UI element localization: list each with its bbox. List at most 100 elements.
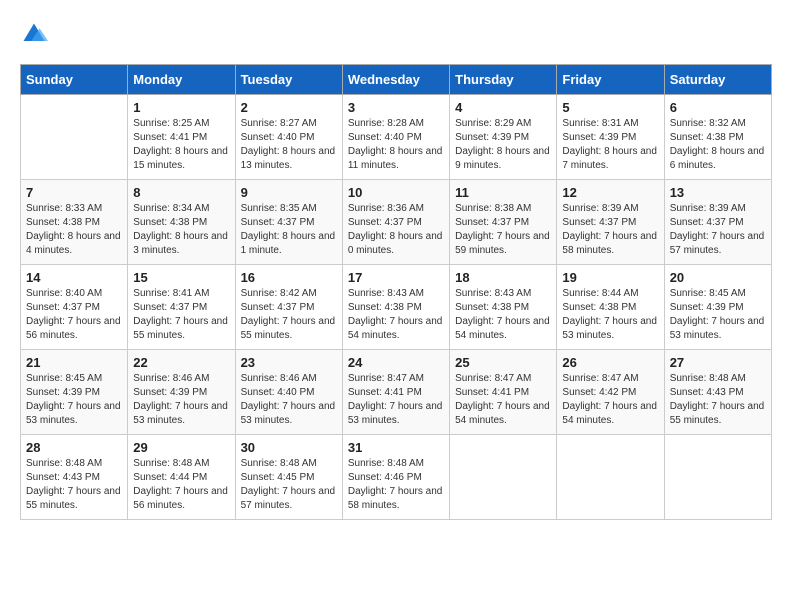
day-cell: 21Sunrise: 8:45 AMSunset: 4:39 PMDayligh… xyxy=(21,350,128,435)
day-info: Sunrise: 8:44 AMSunset: 4:38 PMDaylight:… xyxy=(562,287,658,343)
day-number: 22 xyxy=(133,355,229,370)
day-cell: 6 Sunrise: 8:32 AMSunset: 4:38 PMDaylight… xyxy=(664,95,771,180)
day-number: 29 xyxy=(133,440,229,455)
day-cell: 1 Sunrise: 8:25 AMSunset: 4:41 PMDaylight… xyxy=(128,95,235,180)
day-info: Sunrise: 8:28 AMSunset: 4:40 PMDaylight:… xyxy=(348,117,444,173)
day-info: Sunrise: 8:36 AMSunset: 4:37 PMDaylight:… xyxy=(348,202,444,258)
day-cell: 17 Sunrise: 8:43 AMSunset: 4:38 PMDayligh… xyxy=(342,265,449,350)
day-cell: 10 Sunrise: 8:36 AMSunset: 4:37 PMDayligh… xyxy=(342,180,449,265)
day-info: Sunrise: 8:43 AMSunset: 4:38 PMDaylight:… xyxy=(348,287,444,343)
day-number: 16 xyxy=(241,270,337,285)
header-tuesday: Tuesday xyxy=(235,65,342,95)
day-info: Sunrise: 8:42 AMSunset: 4:37 PMDaylight:… xyxy=(241,287,337,343)
day-cell: 9 Sunrise: 8:35 AMSunset: 4:37 PMDaylight… xyxy=(235,180,342,265)
day-cell: 15 Sunrise: 8:41 AMSunset: 4:37 PMDayligh… xyxy=(128,265,235,350)
header-monday: Monday xyxy=(128,65,235,95)
logo-icon xyxy=(20,20,48,48)
day-info: Sunrise: 8:39 AMSunset: 4:37 PMDaylight:… xyxy=(670,202,766,258)
day-cell xyxy=(664,435,771,520)
day-cell: 26Sunrise: 8:47 AMSunset: 4:42 PMDayligh… xyxy=(557,350,664,435)
day-info: Sunrise: 8:45 AMSunset: 4:39 PMDaylight:… xyxy=(670,287,766,343)
day-number: 18 xyxy=(455,270,551,285)
day-info: Sunrise: 8:27 AMSunset: 4:40 PMDaylight:… xyxy=(241,117,337,173)
day-number: 7 xyxy=(26,185,122,200)
day-cell: 12 Sunrise: 8:39 AMSunset: 4:37 PMDayligh… xyxy=(557,180,664,265)
day-info: Sunrise: 8:40 AMSunset: 4:37 PMDaylight:… xyxy=(26,287,122,343)
day-number: 30 xyxy=(241,440,337,455)
day-number: 13 xyxy=(670,185,766,200)
day-info: Sunrise: 8:48 AMSunset: 4:44 PMDaylight:… xyxy=(133,457,229,513)
day-info: Sunrise: 8:38 AMSunset: 4:37 PMDaylight:… xyxy=(455,202,551,258)
day-info: Sunrise: 8:48 AMSunset: 4:43 PMDaylight:… xyxy=(26,457,122,513)
day-number: 17 xyxy=(348,270,444,285)
day-cell: 23 Sunrise: 8:46 AMSunset: 4:40 PMDayligh… xyxy=(235,350,342,435)
day-number: 20 xyxy=(670,270,766,285)
day-info: Sunrise: 8:47 AMSunset: 4:41 PMDaylight:… xyxy=(455,372,551,428)
day-cell: 22 Sunrise: 8:46 AMSunset: 4:39 PMDayligh… xyxy=(128,350,235,435)
day-info: Sunrise: 8:43 AMSunset: 4:38 PMDaylight:… xyxy=(455,287,551,343)
day-info: Sunrise: 8:46 AMSunset: 4:39 PMDaylight:… xyxy=(133,372,229,428)
week-row-4: 21Sunrise: 8:45 AMSunset: 4:39 PMDayligh… xyxy=(21,350,772,435)
day-info: Sunrise: 8:32 AMSunset: 4:38 PMDaylight:… xyxy=(670,117,766,173)
day-number: 14 xyxy=(26,270,122,285)
day-cell: 4Sunrise: 8:29 AMSunset: 4:39 PMDaylight… xyxy=(450,95,557,180)
day-number: 23 xyxy=(241,355,337,370)
day-cell: 7Sunrise: 8:33 AMSunset: 4:38 PMDaylight… xyxy=(21,180,128,265)
day-number: 8 xyxy=(133,185,229,200)
day-info: Sunrise: 8:48 AMSunset: 4:45 PMDaylight:… xyxy=(241,457,337,513)
day-number: 10 xyxy=(348,185,444,200)
day-cell: 29 Sunrise: 8:48 AMSunset: 4:44 PMDayligh… xyxy=(128,435,235,520)
day-number: 1 xyxy=(133,100,229,115)
day-info: Sunrise: 8:29 AMSunset: 4:39 PMDaylight:… xyxy=(455,117,551,173)
day-info: Sunrise: 8:39 AMSunset: 4:37 PMDaylight:… xyxy=(562,202,658,258)
calendar-header-row: SundayMondayTuesdayWednesdayThursdayFrid… xyxy=(21,65,772,95)
header-saturday: Saturday xyxy=(664,65,771,95)
day-cell: 11 Sunrise: 8:38 AMSunset: 4:37 PMDayligh… xyxy=(450,180,557,265)
day-number: 25 xyxy=(455,355,551,370)
day-cell xyxy=(450,435,557,520)
day-cell: 18 Sunrise: 8:43 AMSunset: 4:38 PMDayligh… xyxy=(450,265,557,350)
day-number: 3 xyxy=(348,100,444,115)
day-cell: 27Sunrise: 8:48 AMSunset: 4:43 PMDayligh… xyxy=(664,350,771,435)
day-cell: 5 Sunrise: 8:31 AMSunset: 4:39 PMDaylight… xyxy=(557,95,664,180)
day-cell: 24Sunrise: 8:47 AMSunset: 4:41 PMDayligh… xyxy=(342,350,449,435)
day-number: 9 xyxy=(241,185,337,200)
day-cell: 19Sunrise: 8:44 AMSunset: 4:38 PMDayligh… xyxy=(557,265,664,350)
header-friday: Friday xyxy=(557,65,664,95)
page-header xyxy=(20,20,772,48)
day-info: Sunrise: 8:35 AMSunset: 4:37 PMDaylight:… xyxy=(241,202,337,258)
day-cell: 28Sunrise: 8:48 AMSunset: 4:43 PMDayligh… xyxy=(21,435,128,520)
day-number: 24 xyxy=(348,355,444,370)
day-cell xyxy=(557,435,664,520)
day-cell: 16 Sunrise: 8:42 AMSunset: 4:37 PMDayligh… xyxy=(235,265,342,350)
day-cell: 3 Sunrise: 8:28 AMSunset: 4:40 PMDaylight… xyxy=(342,95,449,180)
day-cell: 25 Sunrise: 8:47 AMSunset: 4:41 PMDayligh… xyxy=(450,350,557,435)
day-info: Sunrise: 8:48 AMSunset: 4:46 PMDaylight:… xyxy=(348,457,444,513)
day-number: 12 xyxy=(562,185,658,200)
day-info: Sunrise: 8:34 AMSunset: 4:38 PMDaylight:… xyxy=(133,202,229,258)
day-number: 11 xyxy=(455,185,551,200)
day-cell: 8 Sunrise: 8:34 AMSunset: 4:38 PMDaylight… xyxy=(128,180,235,265)
header-sunday: Sunday xyxy=(21,65,128,95)
day-cell: 30 Sunrise: 8:48 AMSunset: 4:45 PMDayligh… xyxy=(235,435,342,520)
day-info: Sunrise: 8:25 AMSunset: 4:41 PMDaylight:… xyxy=(133,117,229,173)
day-cell: 13 Sunrise: 8:39 AMSunset: 4:37 PMDayligh… xyxy=(664,180,771,265)
day-info: Sunrise: 8:46 AMSunset: 4:40 PMDaylight:… xyxy=(241,372,337,428)
day-cell: 14 Sunrise: 8:40 AMSunset: 4:37 PMDayligh… xyxy=(21,265,128,350)
day-cell: 31Sunrise: 8:48 AMSunset: 4:46 PMDayligh… xyxy=(342,435,449,520)
day-number: 6 xyxy=(670,100,766,115)
week-row-1: 1 Sunrise: 8:25 AMSunset: 4:41 PMDaylight… xyxy=(21,95,772,180)
week-row-3: 14 Sunrise: 8:40 AMSunset: 4:37 PMDayligh… xyxy=(21,265,772,350)
day-info: Sunrise: 8:31 AMSunset: 4:39 PMDaylight:… xyxy=(562,117,658,173)
week-row-2: 7Sunrise: 8:33 AMSunset: 4:38 PMDaylight… xyxy=(21,180,772,265)
day-info: Sunrise: 8:45 AMSunset: 4:39 PMDaylight:… xyxy=(26,372,122,428)
day-info: Sunrise: 8:41 AMSunset: 4:37 PMDaylight:… xyxy=(133,287,229,343)
day-number: 5 xyxy=(562,100,658,115)
calendar-table: SundayMondayTuesdayWednesdayThursdayFrid… xyxy=(20,64,772,520)
day-cell: 20 Sunrise: 8:45 AMSunset: 4:39 PMDayligh… xyxy=(664,265,771,350)
logo xyxy=(20,20,52,48)
header-thursday: Thursday xyxy=(450,65,557,95)
day-number: 15 xyxy=(133,270,229,285)
day-number: 27 xyxy=(670,355,766,370)
week-row-5: 28Sunrise: 8:48 AMSunset: 4:43 PMDayligh… xyxy=(21,435,772,520)
